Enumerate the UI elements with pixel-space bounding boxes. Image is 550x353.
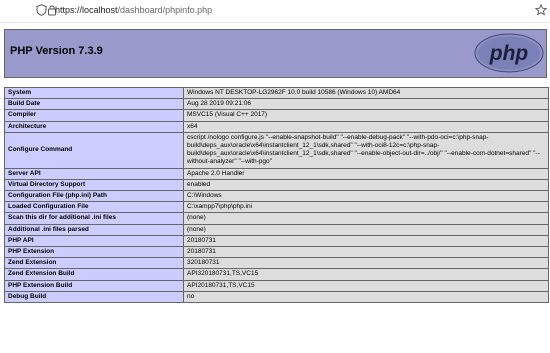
table-row: Server API Apache 2.0 Handler — [4, 167, 549, 180]
row-label: PHP Extension — [4, 246, 184, 259]
row-label: Zend Extension Build — [4, 268, 184, 281]
row-label: Configure Command — [4, 131, 184, 169]
row-label: Scan this dir for additional .ini files — [4, 212, 184, 225]
table-row: Configure Command cscript /nologo configu… — [4, 131, 549, 169]
table-row: Configuration File (php.ini) Path C:\Wind… — [4, 190, 549, 203]
row-label: Debug Build — [4, 290, 184, 304]
table-row: PHP API 20180731 — [4, 234, 549, 248]
row-value: C:\Windows — [183, 190, 549, 203]
url-host: https://localhost — [55, 5, 118, 15]
table-row: System Windows NT DESKTOP-LG2962F 10.0 bu… — [4, 86, 549, 100]
table-row: Loaded Configuration File C:\xampp7\php\p… — [4, 201, 549, 214]
table-row: Debug Build no — [4, 290, 549, 304]
row-value: API20180731,TS,VC15 — [183, 279, 549, 292]
table-row: Scan this dir for additional .ini files(… — [4, 212, 549, 225]
row-label: Configuration File (php.ini) Path — [4, 190, 184, 203]
url-path: /dashboard/phpinfo.php — [117, 5, 213, 15]
table-row: PHP Extension 20180731 — [4, 246, 549, 259]
table-row: Zend Extension Build API320180731,TS,VC15 — [4, 268, 549, 281]
table-row: Architecture x64 — [4, 120, 549, 133]
row-label: PHP Extension Build — [4, 279, 184, 292]
row-value: enabled — [183, 178, 549, 192]
table-row: Additional .ini files parsed (none) — [4, 223, 549, 236]
row-label: System — [4, 86, 184, 100]
row-value: 20180731 — [183, 234, 549, 248]
svg-text:php: php — [489, 42, 529, 65]
row-label: Build Date — [4, 98, 184, 111]
address-bar: https://localhost/dashboard/phpinfo.php — [0, 0, 550, 23]
row-value: Windows NT DESKTOP-LG2962F 10.0 build 10… — [183, 86, 549, 100]
row-label: Compiler — [4, 109, 184, 122]
table-row: Compiler MSVC15 (Visual C++ 2017) — [4, 109, 549, 122]
table-row: Build Date Aug 28 2019 09:21:06 — [4, 98, 549, 111]
row-value: API320180731,TS,VC15 — [183, 268, 549, 281]
row-value: (none) — [183, 212, 549, 225]
row-value: MSVC15 (Visual C++ 2017) — [183, 109, 549, 122]
row-value: no — [183, 290, 549, 304]
row-label: PHP API — [4, 234, 184, 248]
row-label: Additional .ini files parsed — [4, 223, 184, 236]
row-label: Loaded Configuration File — [4, 201, 184, 214]
row-value: x64 — [183, 120, 549, 133]
php-version-header: PHP Version 7.3.9 php — [4, 29, 547, 78]
row-value: Apache 2.0 Handler — [183, 167, 549, 180]
row-value: 20180731 — [183, 246, 549, 259]
row-label: Virtual Directory Support — [4, 178, 184, 192]
php-logo[interactable]: php — [474, 33, 544, 73]
row-value: cscript /nologo configure.js "--enable-s… — [183, 131, 549, 169]
star-bookmark-icon[interactable] — [534, 3, 548, 17]
table-row: Virtual Directory Support enabled — [4, 178, 549, 192]
row-label: Zend Extension — [4, 257, 184, 270]
url-field[interactable]: https://localhost/dashboard/phpinfo.php — [55, 4, 212, 17]
row-label: Server API — [4, 167, 184, 180]
table-row: Zend Extension 320180731 — [4, 257, 549, 270]
row-value: 320180731 — [183, 257, 549, 270]
page-title: PHP Version 7.3.9 — [10, 45, 103, 57]
row-value: C:\xampp7\php\php.ini — [183, 201, 549, 214]
table-row: PHP Extension Build API20180731,TS,VC15 — [4, 279, 549, 292]
row-value: (none) — [183, 223, 549, 236]
row-value: Aug 28 2019 09:21:06 — [183, 98, 549, 111]
row-label: Architecture — [4, 120, 184, 133]
php-info-table: System Windows NT DESKTOP-LG2962F 10.0 bu… — [4, 86, 549, 304]
